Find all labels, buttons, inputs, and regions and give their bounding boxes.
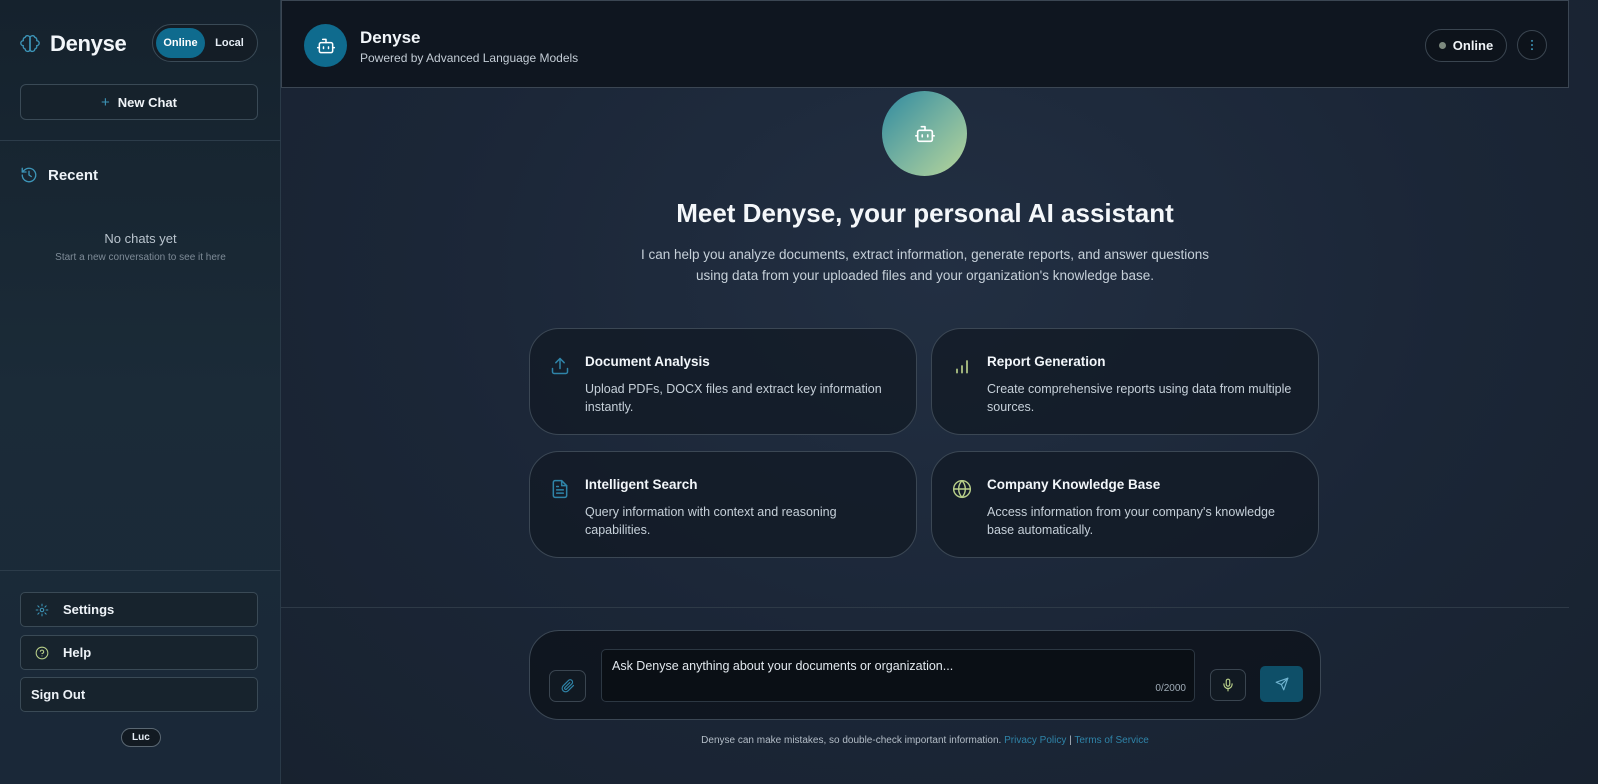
help-button[interactable]: Help — [20, 635, 258, 670]
top-bar: Denyse Powered by Advanced Language Mode… — [281, 0, 1569, 88]
sign-out-label: Sign Out — [31, 687, 86, 702]
hero-title: Meet Denyse, your personal AI assistant — [676, 198, 1174, 228]
paperclip-icon — [561, 679, 574, 693]
bot-icon — [914, 125, 935, 142]
hero-description: I can help you analyze documents, extrac… — [640, 247, 1210, 283]
assistant-subtitle: Powered by Advanced Language Models — [360, 51, 579, 65]
sidebar-divider — [0, 140, 281, 141]
card-title: Report Generation — [987, 354, 1106, 369]
card-title: Intelligent Search — [585, 477, 698, 492]
gear-icon — [21, 603, 63, 617]
status-dot — [1438, 42, 1446, 49]
recent-title: Recent — [48, 166, 99, 184]
globe-icon — [952, 479, 974, 501]
feature-card-report-generation[interactable]: Report Generation Create comprehensive r… — [931, 328, 1319, 435]
bar-chart-icon — [952, 356, 974, 378]
card-title: Company Knowledge Base — [987, 477, 1161, 492]
sign-out-button[interactable]: Sign Out — [20, 677, 258, 712]
plus-icon: + — [101, 93, 110, 111]
user-badge[interactable]: Luc — [121, 728, 161, 747]
card-description: Access information from your company's k… — [987, 505, 1275, 537]
card-description: Upload PDFs, DOCX files and extract key … — [585, 382, 882, 414]
privacy-policy-link[interactable]: Privacy Policy — [1004, 735, 1066, 746]
message-input[interactable]: Ask Denyse anything about your documents… — [601, 649, 1195, 702]
feature-card-document-analysis[interactable]: Document Analysis Upload PDFs, DOCX file… — [529, 328, 917, 435]
attach-button[interactable] — [549, 670, 586, 702]
sidebar: Denyse Online Local + New Chat Recent No… — [0, 0, 281, 784]
send-icon — [1275, 677, 1288, 691]
mode-local-option[interactable]: Local — [205, 28, 254, 58]
card-description: Query information with context and reaso… — [585, 505, 837, 537]
mode-toggle[interactable]: Online Local — [152, 24, 258, 62]
disclaimer: Denyse can make mistakes, so double-chec… — [281, 735, 1569, 746]
status-badge[interactable]: Online — [1425, 29, 1507, 62]
character-count: 0/2000 — [1155, 683, 1186, 694]
footer-separator: | — [1069, 735, 1072, 746]
feature-card-company-knowledge-base[interactable]: Company Knowledge Base Access informatio… — [931, 451, 1319, 558]
bot-icon — [316, 38, 335, 53]
feature-card-intelligent-search[interactable]: Intelligent Search Query information wit… — [529, 451, 917, 558]
card-description: Create comprehensive reports using data … — [987, 382, 1292, 414]
help-label: Help — [63, 645, 92, 660]
document-icon — [550, 479, 572, 501]
more-vertical-icon — [1531, 39, 1533, 51]
card-title: Document Analysis — [585, 354, 710, 369]
voice-input-button[interactable] — [1210, 669, 1246, 701]
sidebar-bottom-divider — [0, 570, 281, 571]
empty-chats-subtitle: Start a new conversation to see it here — [55, 252, 226, 263]
recent-header: Recent — [20, 166, 98, 184]
more-options-button[interactable] — [1517, 30, 1547, 60]
brand: Denyse — [20, 31, 127, 57]
assistant-name: Denyse — [360, 28, 421, 47]
history-icon — [21, 167, 37, 183]
mode-online-option[interactable]: Online — [156, 28, 205, 58]
brain-icon — [20, 35, 40, 53]
brand-name: Denyse — [50, 31, 127, 56]
message-composer: Ask Denyse anything about your documents… — [529, 630, 1321, 720]
terms-of-service-link[interactable]: Terms of Service — [1074, 735, 1148, 746]
settings-button[interactable]: Settings — [20, 592, 258, 627]
hero-bot-avatar — [882, 91, 967, 176]
empty-chats-title: No chats yet — [104, 231, 177, 246]
composer-divider — [281, 607, 1569, 608]
message-placeholder: Ask Denyse anything about your documents… — [612, 659, 954, 673]
main-area: Denyse Powered by Advanced Language Mode… — [281, 0, 1598, 784]
bot-avatar — [304, 24, 347, 67]
status-label: Online — [1452, 38, 1494, 53]
new-chat-button[interactable]: + New Chat — [20, 84, 258, 120]
upload-icon — [550, 356, 572, 378]
help-circle-icon — [21, 646, 63, 660]
settings-label: Settings — [63, 602, 115, 617]
new-chat-label: New Chat — [117, 94, 177, 110]
microphone-icon — [1223, 678, 1233, 692]
disclaimer-text: Denyse can make mistakes, so double-chec… — [701, 735, 1002, 746]
send-button[interactable] — [1260, 666, 1303, 702]
